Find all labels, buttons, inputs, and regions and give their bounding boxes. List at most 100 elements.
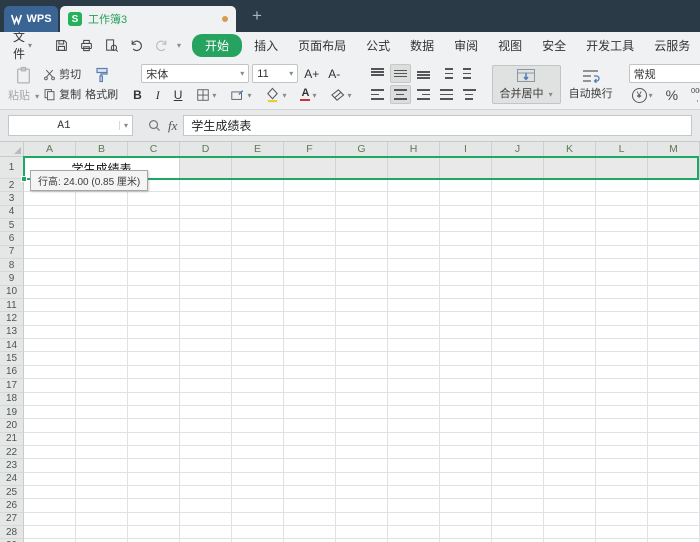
cell-K15[interactable] (544, 352, 596, 366)
menu-tab-视图[interactable]: 视图 (488, 34, 532, 57)
cell-G18[interactable] (336, 392, 388, 406)
cut-button[interactable]: 剪切 (43, 66, 81, 82)
cell-B21[interactable] (76, 432, 128, 446)
column-header-B[interactable]: B (76, 142, 128, 157)
cell-K5[interactable] (544, 219, 596, 233)
cell-C27[interactable] (128, 512, 180, 526)
cell-D13[interactable] (180, 325, 232, 340)
cell-M3[interactable] (648, 192, 700, 206)
print-button[interactable] (76, 36, 97, 55)
cell-C21[interactable] (128, 432, 180, 446)
cell-D12[interactable] (180, 312, 232, 326)
column-header-A[interactable]: A (24, 142, 76, 157)
row-header-20[interactable]: 20 (0, 419, 24, 433)
file-menu[interactable]: 文件 (13, 28, 25, 62)
cell-M24[interactable] (648, 472, 700, 486)
cell-L12[interactable] (596, 312, 648, 326)
cell-D19[interactable] (180, 405, 232, 420)
cell-H2[interactable] (388, 179, 440, 193)
menu-tab-安全[interactable]: 安全 (532, 34, 576, 57)
cell-C15[interactable] (128, 352, 180, 366)
cell-J17[interactable] (492, 379, 544, 393)
column-header-D[interactable]: D (180, 142, 232, 157)
cell-C3[interactable] (128, 192, 180, 206)
cell-D20[interactable] (180, 419, 232, 433)
cell-K9[interactable] (544, 272, 596, 286)
distributed-button[interactable] (459, 85, 480, 104)
cell-K16[interactable] (544, 365, 596, 380)
cell-A12[interactable] (24, 312, 76, 326)
cell-I16[interactable] (440, 365, 492, 380)
cell-C26[interactable] (128, 499, 180, 513)
cell-C14[interactable] (128, 339, 180, 353)
cell-G27[interactable] (336, 512, 388, 526)
cell-G4[interactable] (336, 205, 388, 220)
font-size-select[interactable]: 11 ▾ (252, 64, 299, 83)
cell-A23[interactable] (24, 459, 76, 473)
cell-B16[interactable] (76, 365, 128, 380)
cell-B4[interactable] (76, 205, 128, 220)
cell-D27[interactable] (180, 512, 232, 526)
cell-K1[interactable] (544, 157, 596, 179)
row-header-16[interactable]: 16 (0, 365, 24, 380)
row-header-27[interactable]: 27 (0, 512, 24, 526)
cell-K26[interactable] (544, 499, 596, 513)
cell-B3[interactable] (76, 192, 128, 206)
cell-D10[interactable] (180, 285, 232, 300)
cell-E4[interactable] (232, 205, 284, 220)
cell-F12[interactable] (284, 312, 336, 326)
cell-J4[interactable] (492, 205, 544, 220)
cell-H3[interactable] (388, 192, 440, 206)
cell-F20[interactable] (284, 419, 336, 433)
selection-fill-handle[interactable] (21, 176, 27, 182)
cell-L18[interactable] (596, 392, 648, 406)
column-header-H[interactable]: H (388, 142, 440, 157)
cell-K28[interactable] (544, 525, 596, 540)
cell-E8[interactable] (232, 259, 284, 273)
cell-I10[interactable] (440, 285, 492, 300)
wps-home-tab[interactable]: WPS (4, 6, 58, 32)
cell-E18[interactable] (232, 392, 284, 406)
insert-function-search-icon[interactable] (147, 118, 162, 133)
cell-I19[interactable] (440, 405, 492, 420)
cell-G28[interactable] (336, 525, 388, 540)
cell-B6[interactable] (76, 232, 128, 246)
copy-button[interactable]: 复制 (43, 86, 81, 102)
cell-K11[interactable] (544, 299, 596, 313)
row-header-19[interactable]: 19 (0, 405, 24, 420)
document-tab[interactable]: S 工作簿3 (60, 6, 236, 32)
cell-M2[interactable] (648, 179, 700, 193)
column-header-K[interactable]: K (544, 142, 596, 157)
cell-B9[interactable] (76, 272, 128, 286)
cell-B14[interactable] (76, 339, 128, 353)
row-header-9[interactable]: 9 (0, 272, 24, 286)
cell-L1[interactable] (596, 157, 648, 179)
cell-L24[interactable] (596, 472, 648, 486)
row-header-11[interactable]: 11 (0, 299, 24, 313)
cell-H18[interactable] (388, 392, 440, 406)
underline-button[interactable]: U (171, 87, 186, 103)
cell-B28[interactable] (76, 525, 128, 540)
paste-button[interactable]: 粘贴 ▾ (8, 66, 39, 103)
cell-F26[interactable] (284, 499, 336, 513)
cell-L25[interactable] (596, 485, 648, 500)
cell-I28[interactable] (440, 525, 492, 540)
font-name-select[interactable]: 宋体 ▾ (141, 64, 250, 83)
cell-H11[interactable] (388, 299, 440, 313)
cell-H24[interactable] (388, 472, 440, 486)
cell-B24[interactable] (76, 472, 128, 486)
column-header-I[interactable]: I (440, 142, 492, 157)
cell-K17[interactable] (544, 379, 596, 393)
cell-J13[interactable] (492, 325, 544, 340)
cell-I5[interactable] (440, 219, 492, 233)
cell-I14[interactable] (440, 339, 492, 353)
cell-M6[interactable] (648, 232, 700, 246)
save-button[interactable] (51, 36, 72, 55)
cell-B18[interactable] (76, 392, 128, 406)
cell-A16[interactable] (24, 365, 76, 380)
menu-tab-云服务[interactable]: 云服务 (644, 34, 700, 57)
cell-K25[interactable] (544, 485, 596, 500)
cell-M23[interactable] (648, 459, 700, 473)
cell-H9[interactable] (388, 272, 440, 286)
column-header-G[interactable]: G (336, 142, 388, 157)
